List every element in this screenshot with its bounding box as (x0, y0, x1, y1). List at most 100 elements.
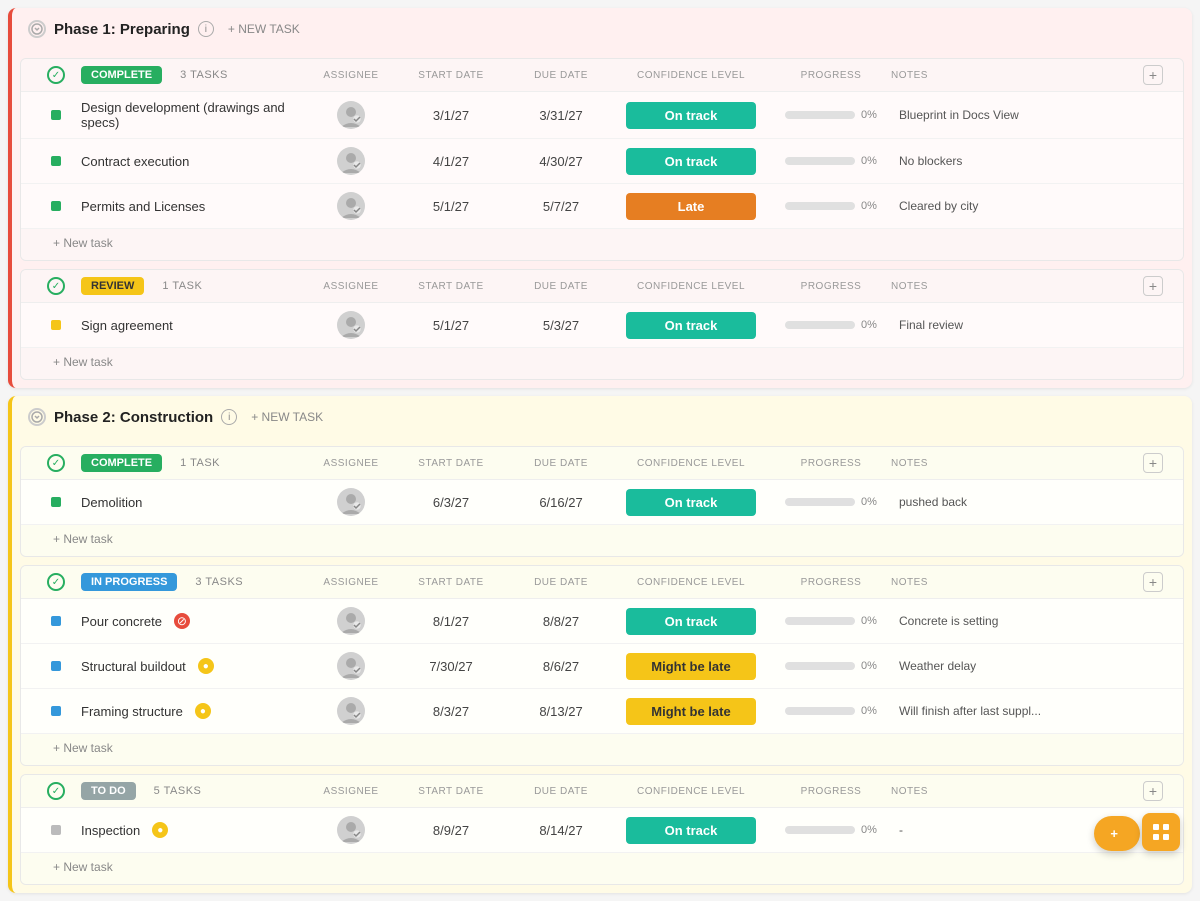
avatar[interactable] (337, 311, 365, 339)
assignee-cell[interactable] (311, 697, 391, 725)
phase-new-task-button[interactable]: + NEW TASK (245, 408, 329, 426)
chevron-down-icon (31, 411, 43, 423)
assignee-cell[interactable] (311, 488, 391, 516)
plus-icon: + (1110, 826, 1118, 841)
progress-pct: 0% (861, 705, 877, 717)
task-name[interactable]: Sign agreement (81, 318, 173, 333)
col-notes: NOTES (891, 281, 1143, 292)
col-confidence: CONFIDENCE LEVEL (611, 458, 771, 469)
assignee-cell[interactable] (311, 101, 391, 129)
task-dot-cell (31, 825, 81, 835)
table-row: Inspection ● 8/9/27 8/14/27 On track 0% … (21, 808, 1183, 853)
info-icon[interactable]: i (198, 21, 214, 37)
due-date: 5/3/27 (511, 318, 611, 333)
task-name[interactable]: Demolition (81, 495, 142, 510)
start-date: 8/9/27 (391, 823, 511, 838)
confidence-cell: On track (611, 608, 771, 635)
add-task-button[interactable]: + (1094, 816, 1140, 851)
task-name[interactable]: Pour concrete (81, 614, 162, 629)
new-task-link[interactable]: + New task (53, 741, 113, 755)
avatar[interactable] (337, 816, 365, 844)
section: ✓ COMPLETE 1 TASK ASSIGNEE START DATE DU… (20, 446, 1184, 557)
assignee-cell[interactable] (311, 652, 391, 680)
assignee-cell[interactable] (311, 147, 391, 175)
grid-view-button[interactable] (1142, 813, 1180, 851)
due-date: 8/6/27 (511, 659, 611, 674)
task-dot (51, 616, 61, 626)
task-count: 3 TASKS (180, 69, 228, 81)
progress-cell: 0% (771, 319, 891, 331)
add-section-button[interactable]: + (1143, 572, 1163, 592)
task-name-cell: Permits and Licenses (81, 199, 311, 214)
section: ✓ COMPLETE 3 TASKS ASSIGNEE START DATE D… (20, 58, 1184, 261)
avatar[interactable] (337, 607, 365, 635)
due-date: 8/13/27 (511, 704, 611, 719)
notes-cell: Will finish after last suppl... (891, 704, 1143, 718)
task-name[interactable]: Structural buildout (81, 659, 186, 674)
avatar[interactable] (337, 192, 365, 220)
task-name[interactable]: Framing structure (81, 704, 183, 719)
status-badge: COMPLETE (81, 454, 162, 472)
section-header: ✓ IN PROGRESS 3 TASKS ASSIGNEE START DAT… (21, 566, 1183, 599)
new-task-row: + New task (21, 525, 1183, 556)
progress-cell: 0% (771, 824, 891, 836)
task-name-cell: Demolition (81, 495, 311, 510)
col-notes: NOTES (891, 70, 1143, 81)
assignee-cell[interactable] (311, 311, 391, 339)
col-progress: PROGRESS (771, 70, 891, 81)
section-toggle[interactable]: ✓ (31, 782, 81, 800)
avatar[interactable] (337, 101, 365, 129)
progress-bar-bg (785, 498, 855, 506)
phase-toggle[interactable] (28, 408, 46, 426)
assignee-cell[interactable] (311, 816, 391, 844)
add-section-button[interactable]: + (1143, 65, 1163, 85)
phase-new-task-button[interactable]: + NEW TASK (222, 20, 306, 38)
add-section-button[interactable]: + (1143, 276, 1163, 296)
section: ✓ TO DO 5 TASKS ASSIGNEE START DATE DUE … (20, 774, 1184, 885)
add-section-button[interactable]: + (1143, 781, 1163, 801)
confidence-badge: On track (626, 489, 756, 516)
confidence-cell: On track (611, 148, 771, 175)
due-date: 4/30/27 (511, 154, 611, 169)
task-count: 5 TASKS (154, 785, 202, 797)
info-icon[interactable]: i (221, 409, 237, 425)
task-dot-cell (31, 110, 81, 120)
section-toggle[interactable]: ✓ (31, 573, 81, 591)
col-confidence: CONFIDENCE LEVEL (611, 281, 771, 292)
col-due-date: DUE DATE (511, 577, 611, 588)
col-due-date: DUE DATE (511, 458, 611, 469)
col-progress: PROGRESS (771, 281, 891, 292)
progress-cell: 0% (771, 705, 891, 717)
section-toggle[interactable]: ✓ (31, 66, 81, 84)
section-toggle[interactable]: ✓ (31, 277, 81, 295)
add-section-button[interactable]: + (1143, 453, 1163, 473)
new-task-link[interactable]: + New task (53, 532, 113, 546)
phase-toggle[interactable] (28, 20, 46, 38)
assignee-cell[interactable] (311, 192, 391, 220)
new-task-row: + New task (21, 853, 1183, 884)
avatar[interactable] (337, 652, 365, 680)
task-name-cell: Design development (drawings and specs) (81, 100, 311, 130)
col-start-date: START DATE (391, 786, 511, 797)
task-name[interactable]: Permits and Licenses (81, 199, 205, 214)
section-toggle[interactable]: ✓ (31, 454, 81, 472)
col-start-date: START DATE (391, 281, 511, 292)
start-date: 3/1/27 (391, 108, 511, 123)
confidence-cell: Might be late (611, 698, 771, 725)
col-due-date: DUE DATE (511, 786, 611, 797)
new-task-link[interactable]: + New task (53, 236, 113, 250)
assignee-cell[interactable] (311, 607, 391, 635)
task-name[interactable]: Contract execution (81, 154, 189, 169)
progress-pct: 0% (861, 496, 877, 508)
start-date: 8/3/27 (391, 704, 511, 719)
progress-bar-bg (785, 662, 855, 670)
new-task-link[interactable]: + New task (53, 355, 113, 369)
warning-icon: ● (152, 822, 168, 838)
new-task-link[interactable]: + New task (53, 860, 113, 874)
task-name[interactable]: Design development (drawings and specs) (81, 100, 311, 130)
col-start-date: START DATE (391, 577, 511, 588)
avatar[interactable] (337, 147, 365, 175)
avatar[interactable] (337, 697, 365, 725)
task-name[interactable]: Inspection (81, 823, 140, 838)
avatar[interactable] (337, 488, 365, 516)
